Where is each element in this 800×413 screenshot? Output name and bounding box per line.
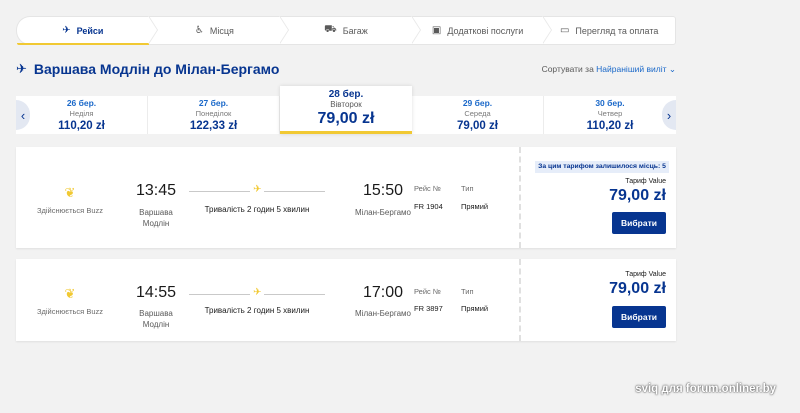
services-icon: ▣ (431, 25, 442, 36)
fare-price: 79,00 zł (609, 280, 666, 297)
arrival-time: 15:50 (362, 182, 404, 199)
route-line: ✈ (189, 184, 325, 195)
date-option[interactable]: 27 бер. Понеділок 122,33 zł (148, 96, 280, 134)
fare-panel: Тариф Value 79,00 zł Вибрати (519, 259, 676, 341)
departure-city: Варшава Модлін (124, 308, 188, 330)
sort-value[interactable]: Найраніший виліт ⌄ (596, 64, 676, 74)
plane-icon: ✈ (62, 25, 71, 36)
date-carousel: 26 бер. Неділя 110,20 zł 27 бер. Понеділ… (16, 86, 676, 134)
departure-city-line: Модлін (142, 320, 170, 329)
departure-city-line: Модлін (142, 219, 170, 228)
date-label: 30 бер. (595, 98, 625, 108)
flight-duration: Тривалість 2 годин 5 хвилин (204, 306, 310, 315)
airline-name: Здійснюється Buzz (36, 206, 104, 215)
step-payment[interactable]: ▭ Перегляд та оплата (543, 16, 676, 45)
fare-name: Тариф Value (625, 271, 666, 278)
date-label: 29 бер. (462, 98, 493, 108)
departure-time: 13:45 (135, 182, 177, 199)
date-label: 28 бер. (328, 89, 364, 100)
chevron-right-icon: › (666, 107, 672, 123)
weekday-label: Середа (464, 109, 491, 118)
page-title: Варшава Модлін до Мілан-Бергамо (33, 61, 280, 77)
departure-city-line: Варшава (139, 208, 173, 217)
date-price: 110,20 zł (58, 120, 105, 132)
weekday-label: Вівторок (330, 100, 362, 109)
flight-details[interactable]: ❦ Здійснюється Buzz 13:45 Варшава Модлін… (16, 147, 516, 248)
step-extras[interactable]: ▣ Додаткові послуги (411, 15, 553, 45)
date-label: 27 бер. (198, 98, 229, 108)
departure-plane-icon: ✈ (16, 61, 27, 76)
airline-name: Здійснюється Buzz (36, 307, 104, 316)
plane-icon: ✈ (250, 184, 265, 195)
select-fare-button[interactable]: Вибрати (612, 212, 666, 234)
selected-date[interactable]: 28 бер. Вівторок 79,00 zł (280, 86, 412, 134)
flight-type-label: Тип (461, 184, 474, 193)
date-price: 79,00 zł (317, 110, 375, 127)
step-separator (279, 15, 290, 44)
sort-label: Сортувати за (541, 64, 594, 74)
seats-left-badge: За цим тарифом залишилося місць: 5 (535, 161, 669, 173)
step-seats[interactable]: ♿ Місця (148, 15, 290, 45)
flight-card: ❦ Здійснюється Buzz 14:55 Варшава Модлін… (16, 259, 676, 341)
weekday-label: Понеділок (195, 109, 232, 118)
plane-icon: ✈ (250, 287, 265, 298)
select-fare-button[interactable]: Вибрати (612, 306, 666, 328)
fare-name: Тариф Value (625, 178, 666, 185)
fare-panel: За цим тарифом залишилося місць: 5 Тариф… (519, 147, 676, 248)
fare-price: 79,00 zł (609, 187, 666, 204)
step-separator (542, 15, 553, 44)
seat-icon: ♿ (194, 25, 204, 36)
date-price: 122,33 zł (189, 120, 238, 132)
date-option[interactable]: 29 бер. Середа 79,00 zł (412, 96, 544, 134)
weekday-label: Четвер (597, 109, 623, 118)
step-label: Місця (209, 25, 234, 36)
chevron-left-icon: ‹ (20, 107, 26, 123)
luggage-icon: ⛟ (324, 24, 337, 35)
airline-info: ❦ Здійснюється Buzz (30, 286, 110, 316)
step-flights[interactable]: ✈ Рейси (16, 15, 158, 45)
airline-logo-icon: ❦ (64, 185, 76, 200)
date-price: 110,20 zł (586, 120, 634, 132)
watermark: sviq для forum.onliner.by (635, 383, 776, 395)
flight-type-label: Тип (461, 287, 474, 296)
flight-number-label: Рейс № (414, 184, 441, 193)
step-label: Багаж (342, 25, 368, 36)
date-price: 79,00 zł (457, 120, 498, 132)
departure-time: 14:55 (135, 284, 177, 301)
payment-icon: ▭ (559, 25, 570, 36)
flight-number: FR 1904 (414, 202, 443, 211)
booking-steps: ✈ Рейси ♿ Місця ⛟ Багаж ▣ Додаткові посл… (16, 15, 676, 45)
flight-type: Прямий (461, 304, 489, 313)
sort-control[interactable]: Сортувати за Найраніший виліт ⌄ (542, 64, 676, 75)
step-label: Рейси (76, 25, 104, 36)
flight-number-label: Рейс № (414, 287, 441, 296)
flight-details[interactable]: ❦ Здійснюється Buzz 14:55 Варшава Модлін… (16, 259, 516, 341)
flight-card: ❦ Здійснюється Buzz 13:45 Варшава Модлін… (16, 147, 676, 248)
step-luggage[interactable]: ⛟ Багаж (280, 15, 421, 45)
departure-city-line: Варшава (139, 309, 173, 318)
weekday-label: Неділя (69, 109, 94, 118)
flight-type: Прямий (461, 202, 489, 211)
step-separator (147, 15, 158, 44)
flight-duration: Тривалість 2 годин 5 хвилин (204, 205, 310, 214)
date-label: 26 бер. (66, 98, 97, 108)
step-label: Перегляд та оплата (575, 25, 659, 36)
departure-city: Варшава Модлін (124, 207, 188, 229)
step-label: Додаткові послуги (447, 25, 524, 36)
date-option[interactable]: 26 бер. Неділя 110,20 zł (16, 96, 148, 134)
airline-info: ❦ Здійснюється Buzz (30, 185, 110, 215)
airline-logo-icon: ❦ (64, 286, 76, 301)
step-separator (410, 15, 421, 44)
route-header: ✈ Варшава Модлін до Мілан-Бергамо (16, 61, 279, 77)
arrival-time: 17:00 (362, 284, 404, 301)
date-option[interactable]: 30 бер. Четвер 110,20 zł (544, 96, 676, 134)
flight-number: FR 3897 (414, 304, 443, 313)
route-line: ✈ (189, 287, 325, 298)
